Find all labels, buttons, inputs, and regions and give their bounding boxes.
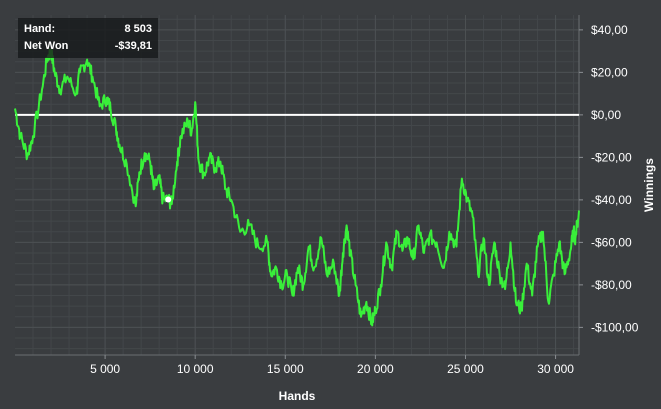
- y-tick-label: $20,00: [591, 65, 628, 79]
- x-tick-label: 10 000: [177, 362, 214, 376]
- y-tick-label: $0,00: [591, 108, 621, 122]
- y-tick-label: -$80,00: [591, 278, 632, 292]
- y-tick-label: -$60,00: [591, 235, 632, 249]
- tooltip-hand-label: Hand:: [24, 23, 56, 35]
- tooltip-hand-value: 8 503: [124, 23, 152, 35]
- y-tick-label: -$40,00: [591, 193, 632, 207]
- tooltip-net-value: -$39,81: [114, 40, 152, 52]
- x-tick-label: 15 000: [267, 362, 304, 376]
- hover-tooltip: Hand: 8 503 Net Won -$39,81: [18, 18, 158, 58]
- y-axis-title: Winnings: [642, 158, 656, 212]
- x-tick-label: 5 000: [90, 362, 120, 376]
- x-axis-title: Hands: [279, 389, 316, 403]
- y-tick-label: -$100,00: [591, 320, 639, 334]
- x-tick-label: 30 000: [537, 362, 574, 376]
- tooltip-net-row: Net Won -$39,81: [24, 40, 152, 56]
- tooltip-hand-row: Hand: 8 503: [24, 23, 152, 39]
- plot-area: [15, 15, 579, 355]
- y-tick-label: -$20,00: [591, 150, 632, 164]
- x-tick-label: 20 000: [357, 362, 394, 376]
- highlight-point: [165, 196, 172, 203]
- y-tick-label: $40,00: [591, 23, 628, 37]
- x-tick-label: 25 000: [447, 362, 484, 376]
- winnings-chart: 5 000 10 000 15 000 20 000 25 000 30 000 $40,0…: [14, 15, 656, 403]
- tooltip-net-label: Net Won: [24, 40, 69, 52]
